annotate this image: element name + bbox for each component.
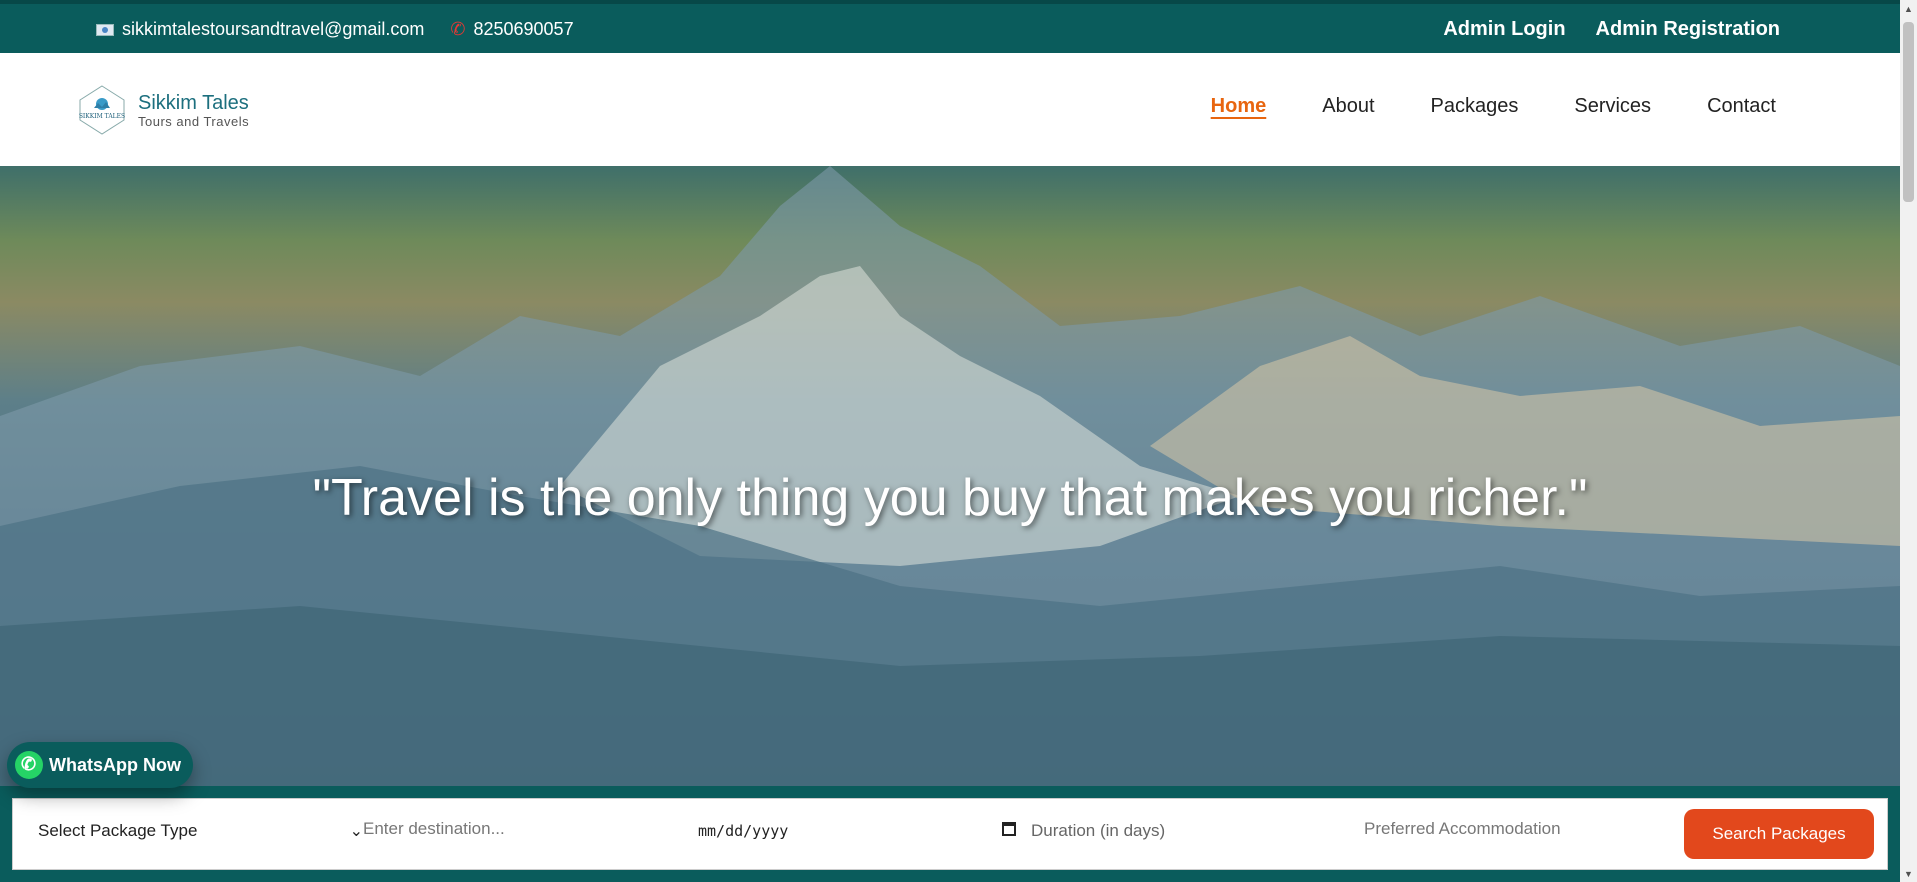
search-section: Select Package Type ⌄ Enter destination.…	[0, 786, 1900, 882]
accommodation-input[interactable]: Preferred Accommodation	[1364, 819, 1561, 839]
email-item[interactable]: sikkimtalestoursandtravel@gmail.com	[96, 19, 424, 40]
duration-input[interactable]: Duration (in days)	[1031, 821, 1165, 841]
nav-about[interactable]: About	[1322, 95, 1374, 118]
phone-text: 8250690057	[473, 19, 574, 39]
brand-logo[interactable]: SIKKIM TALES Sikkim Tales Tours and Trav…	[78, 84, 249, 136]
search-packages-button[interactable]: Search Packages	[1684, 809, 1874, 859]
hero-quote: "Travel is the only thing you buy that m…	[312, 469, 1588, 527]
phone-icon: ✆	[450, 19, 466, 39]
scroll-down-arrow-icon[interactable]: ▼	[1904, 869, 1913, 879]
nav-packages[interactable]: Packages	[1431, 95, 1519, 118]
package-type-select[interactable]: Select Package Type ⌄	[38, 821, 363, 841]
brand-name: Sikkim Tales	[138, 91, 249, 114]
calendar-icon[interactable]	[1002, 822, 1016, 836]
brand-text: Sikkim Tales Tours and Travels	[138, 92, 249, 129]
package-type-value: Select Package Type	[38, 821, 198, 840]
scroll-up-arrow-icon[interactable]: ▲	[1904, 4, 1913, 14]
chevron-down-icon: ⌄	[349, 823, 363, 840]
mail-icon	[96, 23, 114, 36]
logo-text: SIKKIM TALES	[79, 113, 125, 120]
primary-nav: Home About Packages Services Contact	[1155, 95, 1776, 118]
scrollbar-thumb[interactable]	[1903, 22, 1914, 202]
page-scrollbar[interactable]: ▲ ▼	[1900, 0, 1917, 882]
top-contact-bar: sikkimtalestoursandtravel@gmail.com ✆ 82…	[0, 0, 1900, 53]
logo-emblem: SIKKIM TALES	[79, 85, 125, 135]
hero-banner: "Travel is the only thing you buy that m…	[0, 166, 1900, 786]
contact-info: sikkimtalestoursandtravel@gmail.com ✆ 82…	[96, 19, 600, 40]
email-text: sikkimtalestoursandtravel@gmail.com	[122, 19, 425, 39]
phone-item[interactable]: ✆ 8250690057	[450, 19, 573, 40]
package-search-form: Select Package Type ⌄ Enter destination.…	[12, 798, 1888, 870]
admin-links: Admin Login Admin Registration	[1413, 18, 1780, 41]
destination-input[interactable]: Enter destination...	[363, 819, 505, 839]
nav-services[interactable]: Services	[1574, 95, 1651, 118]
whatsapp-button[interactable]: WhatsApp Now	[7, 742, 193, 788]
admin-login-link[interactable]: Admin Login	[1443, 18, 1565, 41]
nav-contact[interactable]: Contact	[1707, 95, 1776, 118]
travel-date-input[interactable]: mm/dd/yyyy	[698, 822, 1016, 840]
nav-home[interactable]: Home	[1211, 95, 1267, 118]
main-navbar: SIKKIM TALES Sikkim Tales Tours and Trav…	[0, 53, 1900, 166]
date-placeholder: mm/dd/yyyy	[698, 822, 789, 840]
whatsapp-label: WhatsApp Now	[49, 754, 181, 775]
brand-tagline: Tours and Travels	[138, 113, 250, 129]
whatsapp-icon	[15, 751, 43, 779]
admin-registration-link[interactable]: Admin Registration	[1596, 18, 1780, 41]
